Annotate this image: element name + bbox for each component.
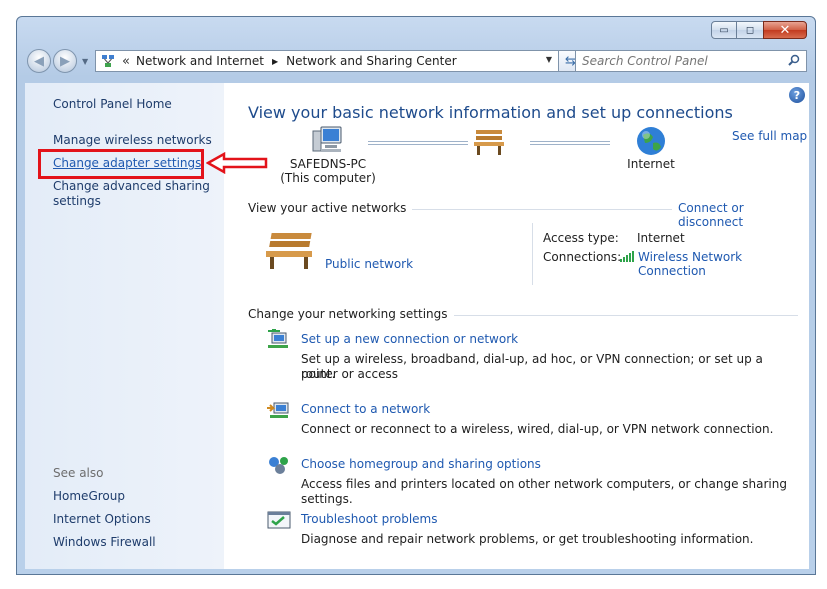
manage-wireless-networks-link[interactable]: Manage wireless networks [53, 133, 212, 148]
minimize-button[interactable]: ▭ [711, 21, 737, 39]
address-dropdown-icon[interactable]: ▼ [546, 55, 552, 64]
troubleshoot-problems-link[interactable]: Troubleshoot problems [301, 512, 437, 526]
search-icon[interactable] [788, 54, 800, 70]
public-network-bench-icon [264, 231, 316, 274]
page-title: View your basic network information and … [248, 103, 733, 122]
caption-buttons: ▭ ◻ ✕ [711, 21, 807, 39]
connect-to-network-link[interactable]: Connect to a network [301, 402, 430, 416]
globe-icon [616, 125, 686, 157]
active-networks-title: View your active networks [248, 201, 413, 215]
map-network-bench-icon[interactable] [472, 128, 506, 159]
active-networks-divider [532, 223, 533, 285]
breadcrumb-network-and-sharing-center[interactable]: Network and Sharing Center [286, 54, 457, 68]
recent-pages-dropdown-icon[interactable]: ▼ [82, 57, 88, 66]
troubleshoot-icon [266, 509, 292, 531]
set-up-connection-desc-line2: point. [301, 367, 336, 381]
breadcrumb-network-and-internet[interactable]: Network and Internet [136, 54, 264, 68]
window: ▭ ◻ ✕ ◀ ▶ ▼ « Network and Internet ▶ Net… [16, 16, 816, 575]
search-box[interactable] [575, 50, 807, 72]
network-icon [100, 54, 116, 68]
homegroup-link[interactable]: HomeGroup [53, 489, 125, 504]
annotation-arrow-icon [206, 152, 268, 174]
computer-name: SAFEDNS-PC [289, 157, 367, 171]
set-up-connection-link[interactable]: Set up a new connection or network [301, 332, 518, 346]
control-panel-home-link[interactable]: Control Panel Home [53, 97, 172, 112]
see-also-label: See also [53, 466, 104, 480]
close-button[interactable]: ✕ [763, 21, 807, 39]
overflow-chevron-icon[interactable]: « [122, 54, 130, 69]
internet-options-link[interactable]: Internet Options [53, 512, 151, 527]
connect-network-icon [266, 399, 292, 421]
change-advanced-sharing-settings-link[interactable]: Change advanced sharing [53, 179, 210, 194]
connect-or-disconnect-link[interactable]: Connect or disconnect [672, 201, 809, 229]
wireless-signal-icon [620, 251, 634, 265]
change-advanced-sharing-settings-link-line2[interactable]: settings [53, 194, 101, 209]
connect-to-network-desc: Connect or reconnect to a wireless, wire… [301, 422, 774, 436]
homegroup-sharing-desc: Access files and printers located on oth… [301, 477, 787, 506]
sidebar: Control Panel Home Manage wireless netwo… [25, 83, 224, 569]
access-type-value: Internet [637, 231, 685, 245]
homegroup-icon [266, 454, 292, 476]
settings-title: Change your networking settings [248, 307, 454, 321]
highlight-box [38, 149, 204, 179]
navigation-bar: ◀ ▶ ▼ « Network and Internet ▶ Network a… [25, 49, 809, 75]
map-internet[interactable]: Internet [616, 125, 686, 171]
back-button[interactable]: ◀ [27, 49, 51, 73]
map-line-1 [368, 141, 468, 145]
main-content: ? View your basic network information an… [224, 83, 809, 569]
computer-sub-label: (This computer) [280, 171, 376, 185]
homegroup-sharing-link[interactable]: Choose homegroup and sharing options [301, 457, 541, 471]
map-computer[interactable]: SAFEDNS-PC (This computer) [272, 125, 384, 185]
maximize-button[interactable]: ◻ [737, 21, 763, 39]
internet-label: Internet [627, 157, 675, 171]
connections-label: Connections: [543, 250, 622, 264]
wireless-network-connection-link[interactable]: Wireless Network Connection [638, 250, 809, 278]
windows-firewall-link[interactable]: Windows Firewall [53, 535, 156, 550]
access-type-label: Access type: [543, 231, 619, 245]
map-line-2 [530, 141, 610, 145]
troubleshoot-problems-desc: Diagnose and repair network problems, or… [301, 532, 754, 546]
see-full-map-link[interactable]: See full map [732, 129, 807, 143]
help-icon[interactable]: ? [789, 87, 805, 103]
breadcrumb-separator-icon[interactable]: ▶ [272, 57, 278, 66]
public-network-link[interactable]: Public network [325, 257, 413, 271]
address-bar[interactable]: « Network and Internet ▶ Network and Sha… [95, 50, 559, 72]
new-connection-icon [266, 328, 292, 351]
forward-button[interactable]: ▶ [53, 49, 77, 73]
search-input[interactable] [582, 54, 782, 68]
